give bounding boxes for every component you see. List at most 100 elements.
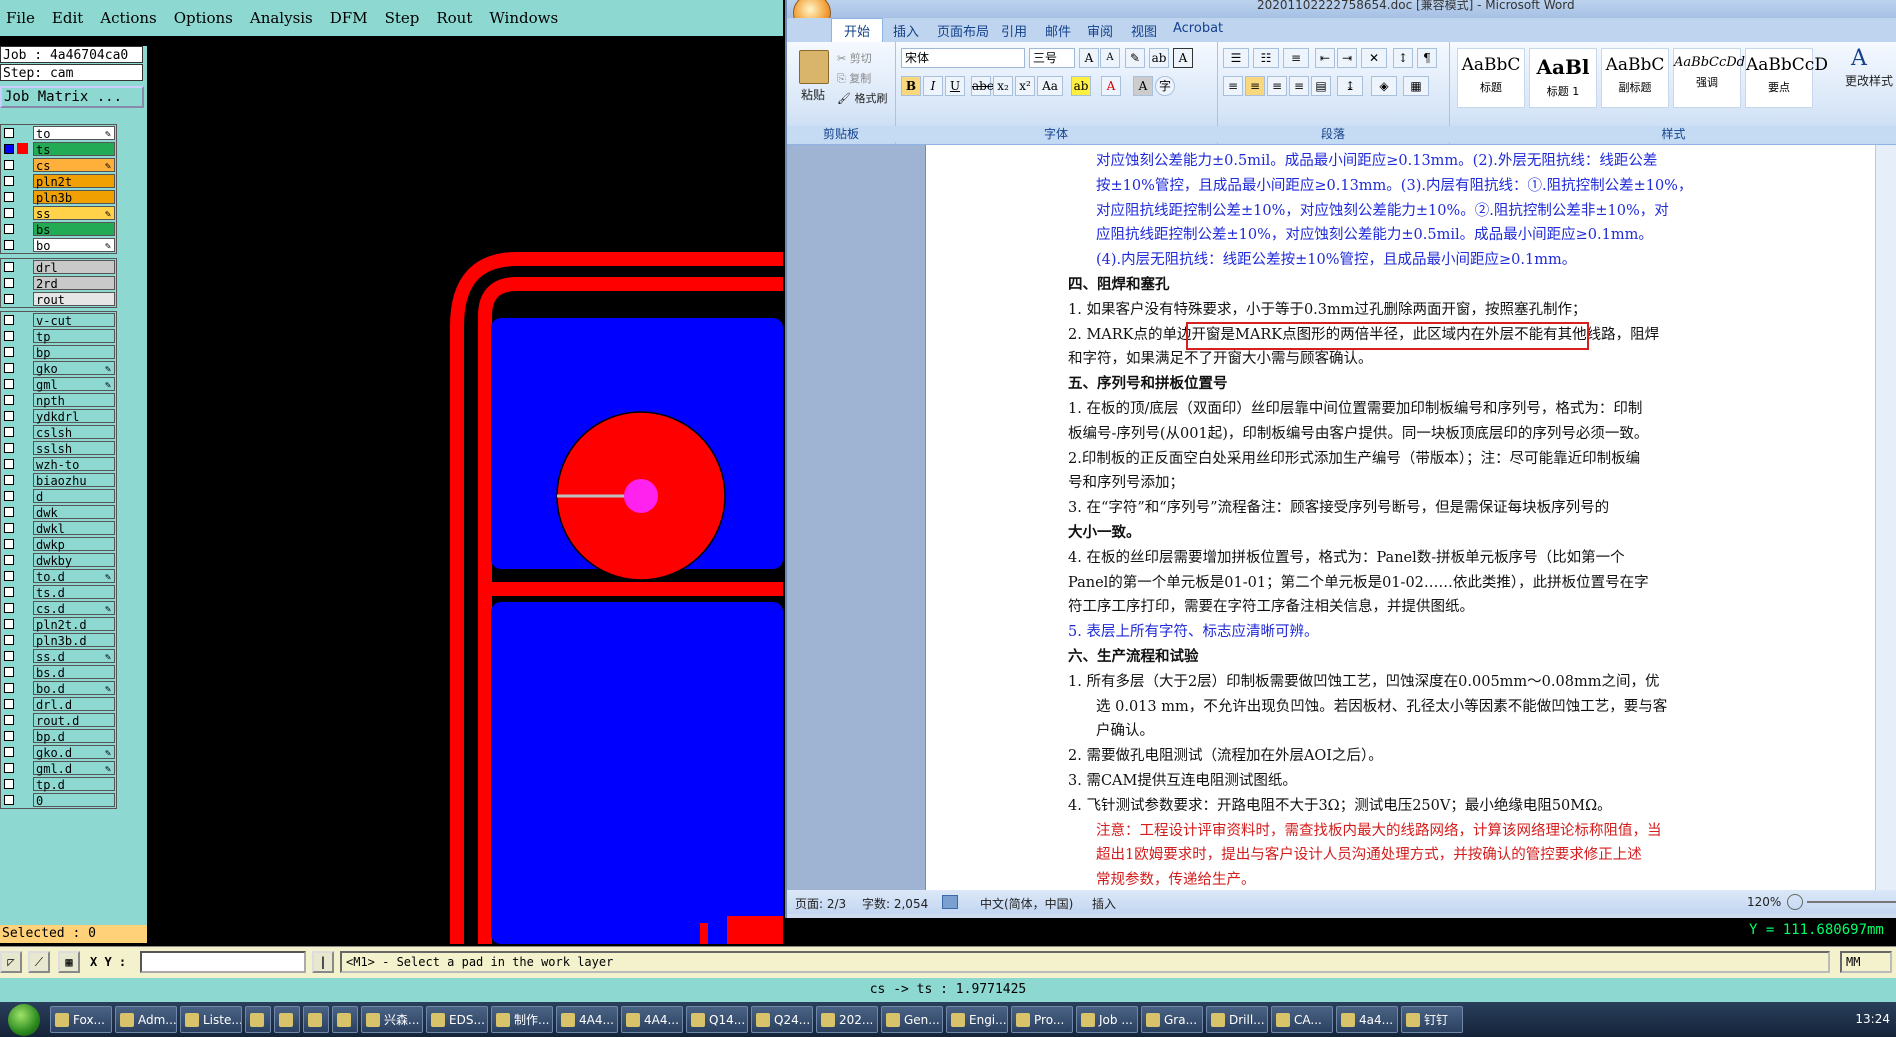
layer-checkbox[interactable] [4,603,14,613]
layer-checkbox[interactable] [4,699,14,709]
document-line[interactable]: 对应阻抗线距控制公差±10%，对应蚀刻公差能力±10%。②.阻抗控制公差非±10… [1068,199,1744,224]
layer-name[interactable]: ss.d ✎ [33,649,115,664]
layer-color-swatch[interactable] [17,410,28,421]
layer-checkbox[interactable] [4,411,14,421]
style-item[interactable]: AaBbCcD 要点 [1745,48,1828,108]
layer-checkbox[interactable] [4,208,14,218]
shrink-font-icon[interactable]: A [1100,48,1120,68]
taskbar-item[interactable]: Q14... [686,1006,748,1033]
paste-button[interactable]: 粘贴 [801,86,825,103]
layer-checkbox[interactable] [4,160,14,170]
align-left-icon[interactable]: ≡ [1223,76,1243,96]
change-styles-icon[interactable]: A [1851,46,1867,71]
document-line[interactable]: 大小一致。 [1068,521,1744,546]
graphic-canvas[interactable] [147,46,783,944]
tab-4[interactable]: 邮件 [1045,21,1071,40]
layer-row[interactable]: ts [1,141,116,157]
layer-color-swatch[interactable] [17,746,28,757]
layer-row[interactable]: dwkl [1,520,116,536]
zoom-level[interactable]: 120% [1747,895,1781,909]
layer-checkbox[interactable] [4,294,14,304]
document-text[interactable]: 对应蚀刻公差能力±0.5mil。成品最小间距应≥0.13mm。(2).外层无阻抗… [1068,149,1744,893]
strikethrough-icon[interactable]: abc [971,76,994,96]
layer-name[interactable]: to.d ✎ [33,569,115,584]
layer-name[interactable]: bp.d [33,729,115,744]
layer-checkbox[interactable] [4,747,14,757]
layer-row[interactable]: wzh-to [1,456,116,472]
layer-color-swatch[interactable] [17,239,28,250]
layer-row[interactable]: cslsh [1,424,116,440]
document-line[interactable]: 1. 在板的顶/底层（双面印）丝印层靠中间位置需要加印制板编号和序列号，格式为：… [1068,397,1744,422]
layer-color-swatch[interactable] [17,175,28,186]
layer-row[interactable]: pln3b.d [1,632,116,648]
taskbar-item[interactable]: 202... [816,1006,878,1033]
layer-color-swatch[interactable] [17,506,28,517]
document-line[interactable]: 四、阻焊和塞孔 [1068,273,1744,298]
layer-checkbox[interactable] [4,667,14,677]
layer-checkbox[interactable] [4,459,14,469]
taskbar-item[interactable]: Engi... [946,1006,1008,1033]
menu-windows[interactable]: Windows [489,9,558,27]
text-cursor-icon[interactable]: | [312,951,334,973]
layer-color-swatch[interactable] [17,207,28,218]
units-selector[interactable]: MM [1840,951,1892,973]
document-line[interactable]: 和字符，如果满足不了开窗大小需与顾客确认。 [1068,347,1744,372]
tab-7[interactable]: Acrobat [1173,21,1223,36]
grow-font-icon[interactable]: A [1079,48,1099,68]
taskbar-item[interactable]: Pro... [1011,1006,1073,1033]
layer-color-swatch[interactable] [17,522,28,533]
layer-row[interactable]: ydkdrl [1,408,116,424]
insert-mode[interactable]: 插入 [1092,895,1116,912]
layer-row[interactable]: drl [1,259,116,275]
layer-name[interactable]: cs.d ✎ [33,601,115,616]
document-line[interactable]: 选 0.013 mm，不允许出现负凹蚀。若因板材、孔径太小等因素不能做凹蚀工艺，… [1068,695,1744,720]
layer-name[interactable]: v-cut [33,313,115,328]
format-painter-button[interactable]: 🖌 格式刷 [837,90,887,106]
document-line[interactable]: 号和序列号添加； [1068,471,1744,496]
layer-color-swatch[interactable] [17,277,28,288]
layer-checkbox[interactable] [4,331,14,341]
layer-checkbox[interactable] [4,587,14,597]
layer-row[interactable]: pln2t.d [1,616,116,632]
layer-checkbox[interactable] [4,555,14,565]
increase-indent-icon[interactable]: ⇥ [1337,48,1357,68]
style-item[interactable]: AaBl 标题 1 [1529,48,1597,108]
layer-checkbox[interactable] [4,262,14,272]
layer-color-swatch[interactable] [17,682,28,693]
layer-name[interactable]: pln2t.d [33,617,115,632]
document-line[interactable]: 3. 在“字符”和“序列号”流程备注：顾客接受序列号断号，但是需保证每块板序列号… [1068,496,1744,521]
document-line[interactable]: 1. 所有多层（大于2层）印制板需要做凹蚀工艺，凹蚀深度在0.005mm～0.0… [1068,670,1744,695]
layer-row[interactable]: tp [1,328,116,344]
proofing-icon[interactable] [942,895,958,909]
layer-color-swatch[interactable] [17,538,28,549]
layer-color-swatch[interactable] [17,127,28,138]
layer-name[interactable]: to ✎ [33,126,115,141]
layer-name[interactable]: pln3b.d [33,633,115,648]
menu-options[interactable]: Options [174,9,233,27]
xy-input[interactable] [140,951,306,973]
layer-row[interactable]: pln3b [1,189,116,205]
char-shading-icon[interactable]: A [1133,76,1153,96]
layer-checkbox[interactable] [4,379,14,389]
taskbar-item[interactable]: Gen... [881,1006,943,1033]
layer-row[interactable]: 2rd [1,275,116,291]
style-item[interactable]: AaBbCcDd 强调 [1673,48,1745,108]
layer-row[interactable]: bp [1,344,116,360]
chinese-layout-icon[interactable]: ✕ [1361,48,1387,68]
layer-color-swatch[interactable] [17,458,28,469]
layer-name[interactable]: 0 [33,793,115,808]
menu-analysis[interactable]: Analysis [250,9,313,27]
layer-color-swatch[interactable] [17,314,28,325]
taskbar-item[interactable]: Job ... [1076,1006,1138,1033]
sort-icon[interactable]: ↕ [1393,48,1413,68]
layer-color-swatch[interactable] [17,762,28,773]
taskbar-item[interactable]: Gra... [1141,1006,1203,1033]
layer-checkbox[interactable] [4,363,14,373]
layer-row[interactable]: bp.d [1,728,116,744]
taskbar-item[interactable]: Drill... [1206,1006,1268,1033]
layer-color-swatch[interactable] [17,778,28,789]
layer-color-swatch[interactable] [17,143,28,154]
layer-color-swatch[interactable] [17,394,28,405]
layer-name[interactable]: ss ✎ [33,206,115,221]
align-right-icon[interactable]: ≡ [1267,76,1287,96]
